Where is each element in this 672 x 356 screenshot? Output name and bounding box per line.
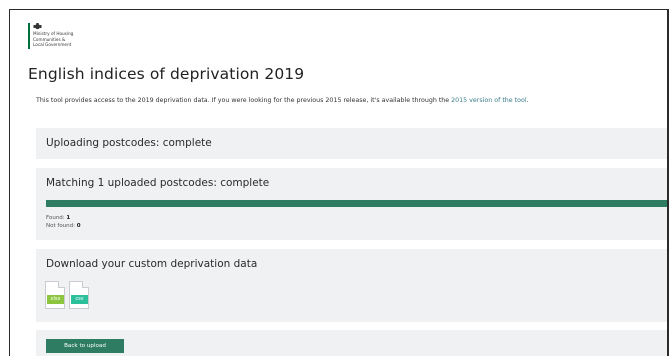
download-panel: Download your custom deprivation data xl…	[36, 249, 667, 322]
mhclg-logo[interactable]: Ministry of Housing Communities & Local …	[28, 23, 98, 49]
upload-status-heading: Uploading postcodes: complete	[46, 137, 212, 149]
match-status-heading: Matching 1 uploaded postcodes: complete	[46, 177, 270, 189]
not-found-count: Not found: 0	[46, 223, 81, 229]
found-label: Found:	[46, 215, 67, 221]
csv-file-icon[interactable]: csv	[69, 281, 89, 309]
logo-line: Local Government	[33, 42, 72, 47]
csv-label: csv	[71, 295, 88, 304]
progress-bar	[46, 200, 667, 207]
back-panel: Back to upload	[36, 330, 667, 356]
not-found-value: 0	[76, 223, 81, 229]
intro-end: .	[526, 97, 529, 104]
back-to-upload-button[interactable]: Back to upload	[46, 339, 124, 353]
xlsx-label: xlsx	[47, 295, 64, 304]
intro-paragraph: This tool provides access to the 2019 de…	[36, 97, 529, 104]
not-found-label: Not found:	[46, 223, 77, 229]
logo-text: Ministry of Housing Communities & Local …	[33, 31, 103, 48]
xlsx-file-icon[interactable]: xlsx	[45, 281, 65, 309]
page-title: English indices of deprivation 2019	[28, 65, 305, 83]
upload-status-panel: Uploading postcodes: complete	[36, 128, 667, 159]
match-status-panel: Matching 1 uploaded postcodes: complete …	[36, 168, 667, 240]
intro-text: This tool provides access to the 2019 de…	[36, 97, 452, 104]
page-frame: Ministry of Housing Communities & Local …	[9, 9, 669, 356]
royal-crest-icon	[33, 23, 42, 30]
found-value: 1	[66, 215, 71, 221]
found-count: Found: 1	[46, 215, 70, 221]
progress-bar-fill	[46, 200, 667, 207]
previous-version-link[interactable]: 2015 version of the tool	[451, 97, 526, 104]
download-heading: Download your custom deprivation data	[46, 258, 258, 270]
